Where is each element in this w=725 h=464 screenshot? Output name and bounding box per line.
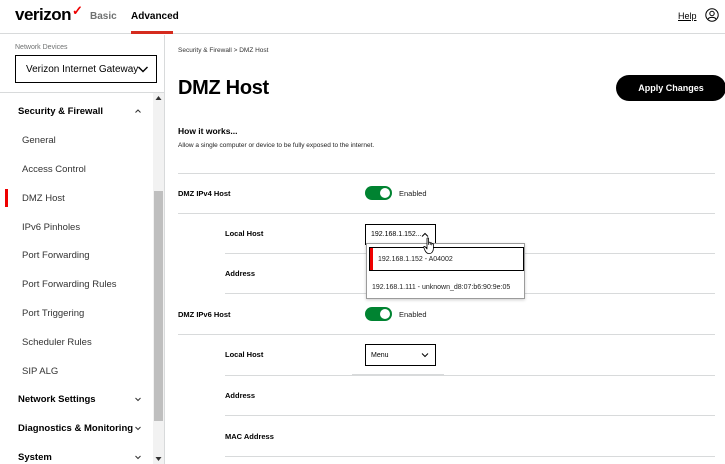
sidebar-divider	[0, 92, 165, 93]
dropdown-option[interactable]: 192.168.1.111 - unknown_d8:07:b6:90:9e:0…	[372, 284, 510, 291]
sidebar-item-port-forwarding-rules[interactable]: Port Forwarding Rules	[0, 270, 153, 298]
dropdown-option-selected[interactable]: 192.168.1.152 - A04002	[369, 247, 524, 271]
logo-text: verizon	[15, 5, 72, 24]
local-host-dropdown-menu: 192.168.1.152 - A04002 192.168.1.111 - u…	[366, 243, 525, 299]
sidebar-item-diagnostics-monitoring[interactable]: Diagnostics & Monitoring	[0, 414, 153, 442]
scrollbar-thumb[interactable]	[154, 191, 163, 421]
chevron-down-icon	[135, 397, 141, 402]
ipv6-mac-address-label: MAC Address	[225, 432, 274, 441]
chevron-down-icon	[421, 353, 429, 358]
dmz-ipv4-toggle[interactable]	[365, 186, 392, 200]
sidebar-item-label: Scheduler Rules	[22, 336, 92, 348]
active-tab-indicator	[131, 31, 173, 34]
breadcrumb[interactable]: Security & Firewall > DMZ Host	[178, 47, 268, 54]
toggle-knob	[380, 309, 390, 319]
network-devices-label: Network Devices	[15, 44, 68, 51]
sidebar-item-port-forwarding[interactable]: Port Forwarding	[0, 241, 153, 269]
sidebar-scrollbar[interactable]	[153, 93, 164, 464]
logo-check-icon: ✓	[72, 3, 83, 18]
select-value: 192.168.1.152...	[371, 231, 422, 238]
scroll-up-arrow-icon[interactable]	[155, 95, 162, 101]
dmz-ipv6-toggle[interactable]	[365, 307, 392, 321]
sidebar-item-scheduler-rules[interactable]: Scheduler Rules	[0, 328, 153, 356]
sidebar-item-label: Diagnostics & Monitoring	[18, 422, 134, 434]
sidebar-item-label: SIP ALG	[22, 365, 59, 377]
chevron-down-icon	[135, 426, 141, 431]
sidebar-item-dmz-host[interactable]: DMZ Host	[0, 184, 153, 212]
sidebar-item-security-firewall[interactable]: Security & Firewall	[0, 97, 153, 125]
divider	[225, 456, 715, 457]
ipv4-local-host-label: Local Host	[225, 229, 264, 238]
sidebar-item-label: Network Settings	[18, 393, 96, 405]
sidebar-item-network-settings[interactable]: Network Settings	[0, 385, 153, 413]
apply-changes-button[interactable]: Apply Changes	[616, 75, 725, 101]
device-select[interactable]: Verizon Internet Gateway	[15, 55, 157, 83]
tab-basic[interactable]: Basic	[90, 11, 117, 22]
dmz-ipv4-label: DMZ IPv4 Host	[178, 189, 231, 198]
chevron-up-icon	[135, 109, 141, 113]
ipv6-local-host-select[interactable]: Menu	[365, 344, 436, 366]
chevron-down-icon	[138, 66, 148, 73]
sidebar-item-port-triggering[interactable]: Port Triggering	[0, 299, 153, 327]
sidebar-item-label: Port Triggering	[22, 307, 85, 319]
sidebar-item-label: Access Control	[22, 163, 86, 175]
hand-cursor-icon	[423, 237, 434, 254]
how-it-works-text: Allow a single computer or device to be …	[178, 142, 375, 149]
sidebar-item-system[interactable]: System	[0, 443, 153, 464]
divider	[178, 334, 715, 335]
sidebar-item-sip-alg[interactable]: SIP ALG	[0, 357, 153, 385]
sidebar: Network Devices Verizon Internet Gateway…	[0, 35, 165, 464]
user-icon[interactable]	[705, 8, 719, 22]
sidebar-item-label: General	[22, 134, 56, 146]
dropdown-option-label: 192.168.1.152 - A04002	[378, 255, 453, 263]
sidebar-item-label: System	[18, 451, 52, 463]
verizon-logo[interactable]: verizon✓	[15, 3, 83, 25]
ipv4-address-label: Address	[225, 269, 256, 278]
sidebar-item-general[interactable]: General	[0, 126, 153, 154]
scroll-down-arrow-icon[interactable]	[155, 456, 162, 462]
toggle-knob	[380, 188, 390, 198]
page-title: DMZ Host	[178, 77, 269, 99]
dmz-ipv6-toggle-text: Enabled	[399, 310, 427, 319]
sidebar-item-label: Port Forwarding Rules	[22, 278, 117, 290]
select-value: Menu	[371, 351, 389, 359]
help-link[interactable]: Help	[678, 11, 697, 21]
divider	[225, 415, 715, 416]
chevron-down-icon	[135, 455, 141, 460]
sidebar-item-label: Security & Firewall	[18, 105, 104, 117]
sidebar-item-ipv6-pinholes[interactable]: IPv6 Pinholes	[0, 213, 153, 241]
dmz-ipv4-toggle-text: Enabled	[399, 189, 427, 198]
sidebar-item-label: DMZ Host	[22, 192, 65, 204]
device-select-value: Verizon Internet Gateway	[26, 63, 139, 75]
how-it-works-heading: How it works...	[178, 126, 238, 136]
sidebar-item-label: Port Forwarding	[22, 249, 90, 261]
top-bar: verizon✓ Basic Advanced Help	[0, 0, 725, 34]
divider	[225, 375, 715, 376]
ipv6-address-label: Address	[225, 391, 256, 400]
sidebar-item-access-control[interactable]: Access Control	[0, 155, 153, 183]
sidebar-item-label: IPv6 Pinholes	[22, 221, 81, 233]
ipv6-local-host-label: Local Host	[225, 350, 264, 359]
tab-advanced[interactable]: Advanced	[131, 11, 179, 22]
dmz-ipv6-label: DMZ IPv6 Host	[178, 310, 231, 319]
divider	[178, 213, 715, 214]
divider	[178, 173, 715, 174]
